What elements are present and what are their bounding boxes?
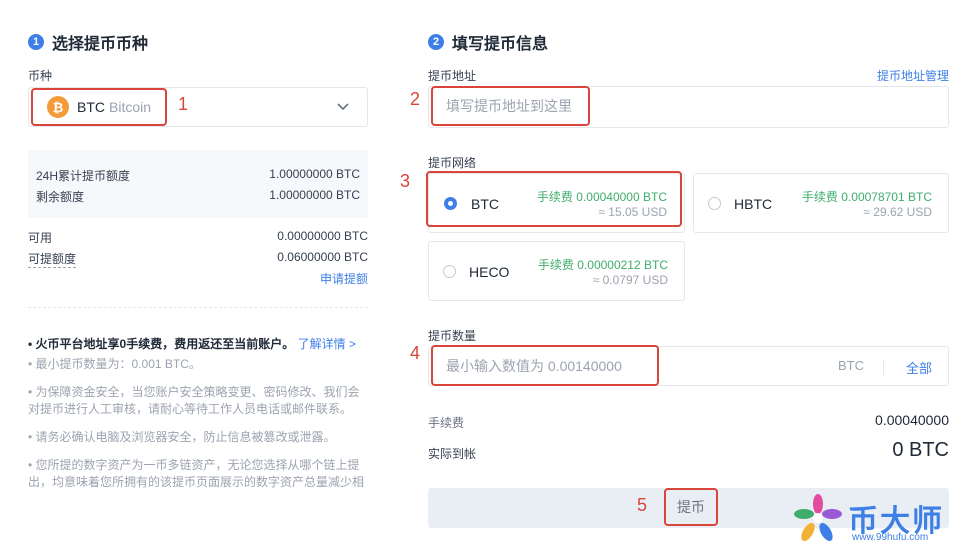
fee-value: 0.00040000: [875, 412, 949, 428]
flower-logo-icon: [794, 494, 842, 542]
address-label: 提币地址: [428, 69, 477, 83]
note-1-text: • 火币平台地址享0手续费，费用返还至当前账户。: [28, 337, 295, 351]
bitcoin-icon: ₿: [47, 96, 69, 118]
amount-all-button[interactable]: 全部: [906, 358, 932, 377]
quota-box: 24H累计提币额度 1.00000000 BTC 剩余额度 1.00000000…: [28, 150, 368, 218]
annotation-2: 2: [410, 89, 421, 109]
available-row: 可用 0.00000000 BTC: [28, 229, 368, 246]
notes: • 火币平台地址享0手续费，费用返还至当前账户。 了解详情 > • 最小提币数量…: [28, 336, 373, 491]
right-title-text: 填写提币信息: [452, 36, 549, 53]
address-input-highlight[interactable]: 填写提币地址到这里: [431, 86, 590, 126]
radio-btc[interactable]: [444, 197, 457, 210]
network-heco-usd: ≈ 0.0797 USD: [592, 273, 668, 287]
coin-name: Bitcoin: [109, 99, 152, 115]
withdrawable-row: 可提额度 0.06000000 BTC: [28, 250, 368, 268]
available-label: 可用: [28, 231, 53, 245]
left-title-text: 选择提币币种: [52, 36, 149, 53]
network-heco-name: HECO: [469, 264, 510, 280]
daily-quota-value: 1.00000000 BTC: [269, 167, 360, 181]
note-1: • 火币平台地址享0手续费，费用返还至当前账户。 了解详情 >: [28, 336, 373, 353]
coin-label: 币种: [28, 69, 53, 83]
daily-quota-row: 24H累计提币额度 1.00000000 BTC: [36, 167, 360, 184]
coin-selected-value[interactable]: ₿ BTC Bitcoin: [31, 88, 167, 126]
watermark-url: www.99hufu.com: [852, 532, 929, 543]
radio-heco[interactable]: [443, 265, 456, 278]
note-5a: • 您所提的数字资产为一币多链资产，无论您选择从哪个链上提: [28, 458, 360, 472]
network-hbtc-name: HBTC: [734, 196, 773, 212]
left-section-title: 1 选择提币币种: [28, 30, 148, 54]
amount-separator: [883, 359, 884, 375]
note-5b: 出，均意味着您所拥有的该提币页面展示的数字资产总量减少相: [28, 475, 365, 489]
note-3b: 对提币进行人工审核，请耐心等待工作人员电话或邮件联系。: [28, 402, 353, 416]
available-value: 0.00000000 BTC: [277, 229, 368, 243]
amount-label: 提币数量: [428, 329, 477, 343]
divider: [28, 307, 368, 308]
remain-quota-label: 剩余额度: [36, 190, 85, 204]
apply-quota-link[interactable]: 申请提额: [320, 270, 368, 287]
step-badge-1: 1: [28, 34, 44, 50]
address-manage-link[interactable]: 提币地址管理: [877, 67, 949, 84]
network-heco-fee: 手续费 0.00000212 BTC: [537, 258, 668, 272]
network-label: 提币网络: [428, 156, 477, 170]
chevron-down-icon: [337, 103, 349, 111]
note-2: • 最小提币数量为：0.001 BTC。: [28, 357, 201, 371]
network-hbtc-fee: 手续费 0.00078701 BTC: [801, 190, 932, 204]
network-card-heco[interactable]: HECO 手续费 0.00000212 BTC ≈ 0.0797 USD: [428, 241, 685, 301]
withdrawable-label: 可提额度: [28, 252, 77, 268]
network-btc-usd: ≈ 15.05 USD: [598, 205, 667, 219]
address-placeholder: 填写提币地址到这里: [446, 98, 572, 114]
remain-quota-row: 剩余额度 1.00000000 BTC: [36, 188, 360, 205]
amount-input-highlight[interactable]: 最小输入数值为 0.00140000: [431, 345, 659, 386]
step-badge-2: 2: [428, 34, 444, 50]
amount-placeholder: 最小输入数值为 0.00140000: [446, 357, 622, 374]
coin-symbol: BTC: [77, 99, 105, 115]
fee-label: 手续费: [428, 416, 465, 430]
network-card-btc-highlight[interactable]: BTC 手续费 0.00040000 BTC ≈ 15.05 USD: [426, 171, 682, 227]
network-btc-name: BTC: [471, 196, 499, 212]
note-4: • 请务必确认电脑及浏览器安全，防止信息被篡改或泄露。: [28, 430, 336, 444]
received-value: 0 BTC: [892, 439, 949, 461]
radio-hbtc[interactable]: [708, 197, 721, 210]
right-section-title: 2 填写提币信息: [428, 30, 548, 54]
annotation-5: 5: [637, 495, 648, 515]
network-btc-fee: 手续费 0.00040000 BTC: [536, 190, 667, 204]
learn-more-link[interactable]: 了解详情 >: [298, 337, 356, 351]
annotation-3: 3: [400, 171, 411, 191]
remain-quota-value: 1.00000000 BTC: [269, 188, 360, 202]
daily-quota-label: 24H累计提币额度: [36, 169, 131, 183]
received-label: 实际到帐: [428, 447, 477, 461]
annotation-4: 4: [410, 343, 421, 363]
annotation-1: 1: [178, 94, 189, 114]
amount-unit: BTC: [838, 358, 864, 373]
note-3a: • 为保障资金安全，当您账户安全策略变更、密码修改、我们会: [28, 385, 360, 399]
withdrawable-value: 0.06000000 BTC: [277, 250, 368, 264]
submit-button-label[interactable]: 提币: [664, 488, 718, 526]
network-card-hbtc[interactable]: HBTC 手续费 0.00078701 BTC ≈ 29.62 USD: [693, 173, 949, 233]
network-hbtc-usd: ≈ 29.62 USD: [863, 205, 932, 219]
